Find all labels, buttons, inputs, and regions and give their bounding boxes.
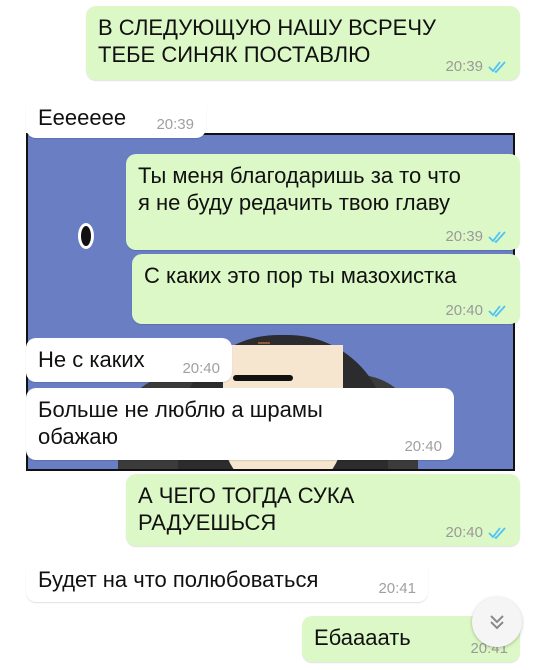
- message-meta: 20:40: [445, 525, 508, 540]
- message-meta: 20:41: [378, 581, 416, 596]
- double-check-icon: [488, 526, 506, 539]
- double-check-icon: [488, 304, 506, 317]
- message-incoming[interactable]: Больше не люблю а шрамы обажаю 20:40: [26, 388, 454, 460]
- scroll-to-bottom-button[interactable]: [472, 597, 522, 647]
- message-meta: 20:40: [445, 303, 508, 318]
- message-time: 20:40: [404, 438, 442, 455]
- chat-area[interactable]: В СЛЕДУЮЩУЮ НАШУ ВСРЕЧУ ТЕБЕ СИНЯК ПОСТА…: [0, 0, 540, 670]
- message-text: Больше не люблю а шрамы обажаю: [38, 397, 323, 449]
- message-time: 20:39: [156, 116, 194, 133]
- message-outgoing[interactable]: С каких это пор ты мазохистка 20:40: [132, 254, 520, 324]
- double-check-icon: [488, 60, 506, 73]
- message-incoming[interactable]: Ееееееe 20:39: [26, 96, 206, 138]
- message-time: 20:39: [445, 58, 483, 75]
- message-outgoing[interactable]: А ЧЕГО ТОГДА СУКА РАДУЕШЬСЯ 20:40: [126, 474, 520, 546]
- message-incoming[interactable]: Не с каких 20:40: [26, 338, 232, 382]
- message-time: 20:39: [445, 228, 483, 245]
- message-text: Ты меня благодаришь за то что я не буду …: [138, 163, 461, 215]
- double-check-icon: [488, 230, 506, 243]
- message-incoming[interactable]: Будет на что полюбоваться 20:41: [26, 558, 428, 602]
- message-outgoing[interactable]: Ты меня благодаришь за то что я не буду …: [126, 154, 520, 250]
- message-meta: 20:39: [445, 59, 508, 74]
- message-time: 20:41: [378, 580, 416, 597]
- message-text: Будет на что полюбоваться: [38, 567, 319, 592]
- message-meta: 20:40: [182, 361, 220, 376]
- message-time: 20:40: [182, 360, 220, 377]
- message-time: 20:40: [445, 302, 483, 319]
- message-meta: 20:40: [404, 439, 442, 454]
- message-text: С каких это пор ты мазохистка: [144, 263, 457, 288]
- chevron-double-down-icon: [490, 615, 504, 630]
- message-meta: 20:39: [156, 117, 194, 132]
- comic-mouth: [258, 342, 270, 344]
- message-meta: 20:39: [445, 229, 508, 244]
- comic-spot: [78, 223, 94, 249]
- message-outgoing[interactable]: В СЛЕДУЮЩУЮ НАШУ ВСРЕЧУ ТЕБЕ СИНЯК ПОСТА…: [86, 6, 520, 80]
- message-time: 20:40: [445, 524, 483, 541]
- comic-collar: [233, 375, 293, 381]
